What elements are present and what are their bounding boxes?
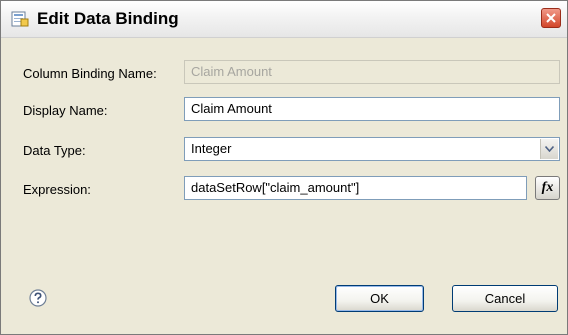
close-button[interactable] [541,8,561,28]
column-binding-name-field: Claim Amount [184,60,560,84]
data-type-select[interactable]: Integer [184,137,560,161]
display-name-field[interactable]: Claim Amount [184,97,560,121]
data-type-selected-value: Integer [191,141,232,156]
close-icon [546,13,556,23]
title-bar[interactable]: Edit Data Binding [1,1,567,38]
data-type-label: Data Type: [23,143,86,158]
expression-builder-button[interactable]: fx [535,176,560,200]
expression-label: Expression: [23,182,91,197]
fx-icon: fx [541,180,554,195]
ok-button[interactable]: OK [335,285,424,312]
data-binding-icon [11,10,29,28]
help-icon[interactable] [29,289,47,307]
chevron-down-icon [545,146,554,152]
display-name-label: Display Name: [23,103,108,118]
expression-field[interactable]: dataSetRow["claim_amount"] [184,176,527,200]
cancel-button[interactable]: Cancel [452,285,558,312]
dialog-title: Edit Data Binding [37,9,179,28]
dropdown-button[interactable] [540,139,558,159]
edit-data-binding-dialog: Edit Data Binding Column Binding Name: C… [0,0,568,335]
column-binding-name-label: Column Binding Name: [23,66,157,81]
